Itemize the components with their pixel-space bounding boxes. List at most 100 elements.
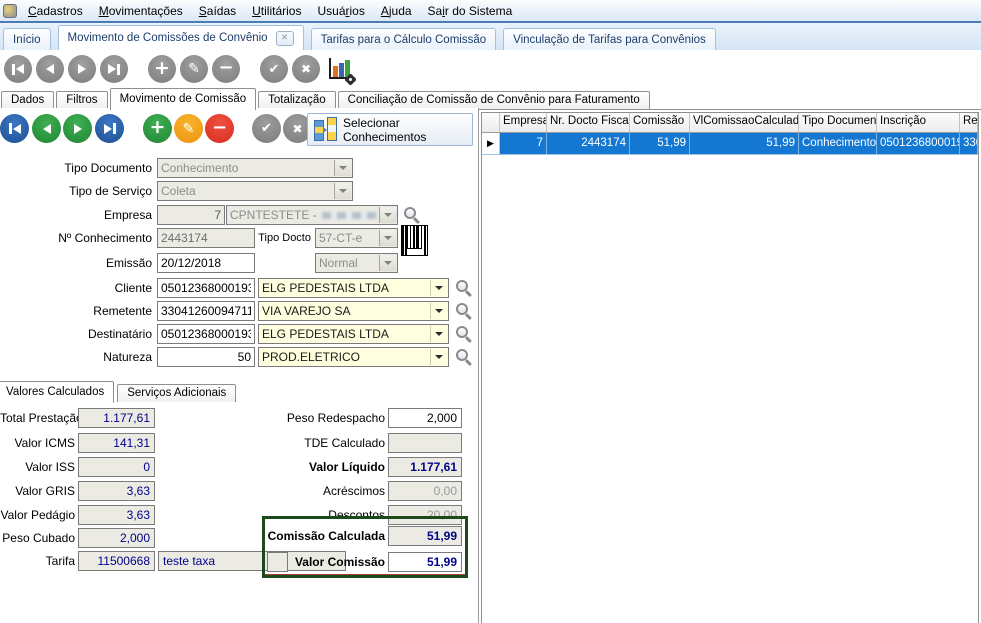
peso-redespacho-field[interactable]: 2,000 bbox=[388, 408, 462, 428]
select-conhecimentos-button[interactable]: Selecionar Conhecimentos bbox=[307, 113, 473, 146]
valor-liquido-field: 1.177,61 bbox=[388, 457, 462, 477]
label-valor-pedagio: Valor Pedágio bbox=[0, 508, 76, 522]
minus-icon: − bbox=[218, 57, 234, 78]
chevron-down-icon bbox=[430, 349, 447, 365]
valores-tab-bar: Valores Calculados Serviços Adicionais bbox=[0, 381, 239, 403]
label-valor-icms: Valor ICMS bbox=[14, 436, 75, 450]
next-icon bbox=[73, 123, 82, 134]
section-tab-bar: Dados Filtros Movimento de Comissão Tota… bbox=[0, 88, 981, 110]
last-record-button[interactable] bbox=[100, 55, 128, 83]
next-record-button-2[interactable] bbox=[63, 114, 92, 143]
grid-header-inscricao[interactable]: Inscrição bbox=[877, 113, 960, 132]
cancel-button[interactable]: ✖ bbox=[292, 55, 320, 83]
pencil-icon: ✎ bbox=[182, 120, 195, 137]
peso-cubado-field: 2,000 bbox=[78, 528, 155, 548]
label-natureza: Natureza bbox=[103, 350, 152, 364]
grid-header-comissao[interactable]: Comissão bbox=[630, 113, 690, 132]
edit-button[interactable]: ✎ bbox=[180, 55, 208, 83]
label-remetente: Remetente bbox=[93, 304, 152, 318]
grid-header-vlcomissao[interactable]: VlComissaoCalculado bbox=[690, 113, 799, 132]
menu-item-utilitarios[interactable]: Utilitários bbox=[244, 2, 309, 20]
emissao-field[interactable] bbox=[157, 253, 255, 273]
first-record-button[interactable] bbox=[4, 55, 32, 83]
menu-item-cadastros[interactable]: Cadastros bbox=[20, 2, 91, 20]
check-icon: ✔ bbox=[268, 61, 280, 77]
label-tarifa: Tarifa bbox=[45, 554, 75, 568]
cell-vlcomissao: 51,99 bbox=[690, 133, 799, 154]
tab-vinculacao-tarifas[interactable]: Vinculação de Tarifas para Convênios bbox=[503, 28, 716, 50]
tab-movimento-comissoes[interactable]: Movimento de Comissões de Convênio ✕ bbox=[57, 25, 304, 50]
select-tables-icon bbox=[314, 117, 337, 142]
cliente-code-field[interactable] bbox=[157, 278, 255, 298]
confirm-record-button[interactable]: ✔ bbox=[252, 114, 281, 143]
grid-header-remetente[interactable]: Re bbox=[960, 113, 978, 132]
delete-button[interactable]: − bbox=[212, 55, 240, 83]
tab-filtros[interactable]: Filtros bbox=[56, 91, 108, 109]
x-icon: ✖ bbox=[292, 121, 303, 136]
menu-item-saidas[interactable]: Saídas bbox=[191, 2, 244, 20]
valor-gris-field: 3,63 bbox=[78, 481, 155, 501]
chevron-down-icon bbox=[379, 230, 396, 246]
destinatario-search-icon[interactable] bbox=[455, 325, 473, 343]
minus-icon: − bbox=[211, 116, 228, 138]
valor-comissao-field[interactable]: 51,99 bbox=[388, 552, 462, 572]
grid-selected-row[interactable]: ▶ 7 2443174 51,99 51,99 Conhecimento 050… bbox=[482, 133, 978, 155]
tab-valores-calculados[interactable]: Valores Calculados bbox=[0, 381, 115, 403]
remetente-search-icon[interactable] bbox=[455, 302, 473, 320]
grid-header-nr-docto[interactable]: Nr. Docto Fiscal bbox=[547, 113, 630, 132]
add-button[interactable]: + bbox=[148, 55, 176, 83]
natureza-code-field[interactable] bbox=[157, 347, 255, 367]
tab-servicos-adicionais[interactable]: Serviços Adicionais bbox=[117, 384, 237, 402]
tab-totalizacao[interactable]: Totalização bbox=[258, 91, 336, 109]
close-tab-icon[interactable]: ✕ bbox=[275, 30, 294, 46]
total-prestacao-field: 1.177,61 bbox=[78, 408, 155, 428]
remetente-combo[interactable]: VIA VAREJO SA bbox=[258, 301, 449, 321]
last-record-button-2[interactable] bbox=[95, 114, 124, 143]
natureza-combo[interactable]: PROD.ELETRICO bbox=[258, 347, 449, 367]
situacao-combo: Normal bbox=[315, 253, 398, 273]
check-icon: ✔ bbox=[261, 121, 272, 136]
tab-conciliacao[interactable]: Conciliação de Comissão de Convênio para… bbox=[337, 91, 650, 109]
label-destinatario: Destinatário bbox=[87, 327, 152, 341]
add-record-button[interactable]: + bbox=[143, 114, 172, 143]
grid-header-tipo-documento[interactable]: Tipo Documento bbox=[799, 113, 877, 132]
barcode-icon[interactable] bbox=[401, 225, 428, 256]
prev-record-button-2[interactable] bbox=[32, 114, 61, 143]
next-record-button[interactable] bbox=[68, 55, 96, 83]
tab-movimento-de-comissao[interactable]: Movimento de Comissão bbox=[109, 88, 257, 110]
valor-icms-field: 141,31 bbox=[78, 433, 155, 453]
destinatario-code-field[interactable] bbox=[157, 324, 255, 344]
tipo-documento-combo: Conhecimento bbox=[157, 158, 353, 178]
cliente-combo[interactable]: ELG PEDESTAIS LTDA bbox=[258, 278, 449, 298]
tab-inicio[interactable]: Início bbox=[3, 28, 51, 50]
cell-tipo-documento: Conhecimento bbox=[799, 133, 877, 154]
tab-dados[interactable]: Dados bbox=[1, 91, 55, 109]
confirm-button[interactable]: ✔ bbox=[260, 55, 288, 83]
menu-item-movimentacoes[interactable]: Movimentações bbox=[91, 2, 191, 20]
plus-icon: + bbox=[154, 56, 170, 79]
destinatario-combo[interactable]: ELG PEDESTAIS LTDA bbox=[258, 324, 449, 344]
label-valor-liquido: Valor Líquido bbox=[308, 460, 385, 474]
remetente-code-field[interactable] bbox=[157, 301, 255, 321]
first-icon bbox=[12, 63, 24, 75]
detail-panel: + ✎ − ✔ ✖ Selecionar Conhecimentos Tipo … bbox=[0, 108, 479, 623]
tab-tarifas-calculo[interactable]: Tarifas para o Cálculo Comissão bbox=[310, 28, 497, 50]
menu-item-sair[interactable]: Sair do Sistema bbox=[420, 2, 521, 20]
chart-settings-button[interactable] bbox=[327, 56, 355, 84]
edit-record-button[interactable]: ✎ bbox=[174, 114, 203, 143]
label-empresa: Empresa bbox=[103, 208, 152, 222]
first-record-button-2[interactable] bbox=[0, 114, 29, 143]
app-window: Cadastros Movimentações Saídas Utilitári… bbox=[0, 0, 981, 623]
next-icon bbox=[78, 64, 86, 74]
prev-record-button[interactable] bbox=[36, 55, 64, 83]
first-icon bbox=[8, 123, 21, 134]
natureza-search-icon[interactable] bbox=[455, 348, 473, 366]
empresa-search-icon[interactable] bbox=[403, 206, 421, 224]
menu-item-usuarios[interactable]: Usuários bbox=[309, 2, 372, 20]
grid-header-empresa[interactable]: Empresa bbox=[500, 113, 547, 132]
pencil-icon: ✎ bbox=[188, 61, 200, 77]
cliente-search-icon[interactable] bbox=[455, 279, 473, 297]
menu-item-ajuda[interactable]: Ajuda bbox=[373, 2, 420, 20]
cell-nr-docto: 2443174 bbox=[547, 133, 630, 154]
delete-record-button[interactable]: − bbox=[205, 114, 234, 143]
